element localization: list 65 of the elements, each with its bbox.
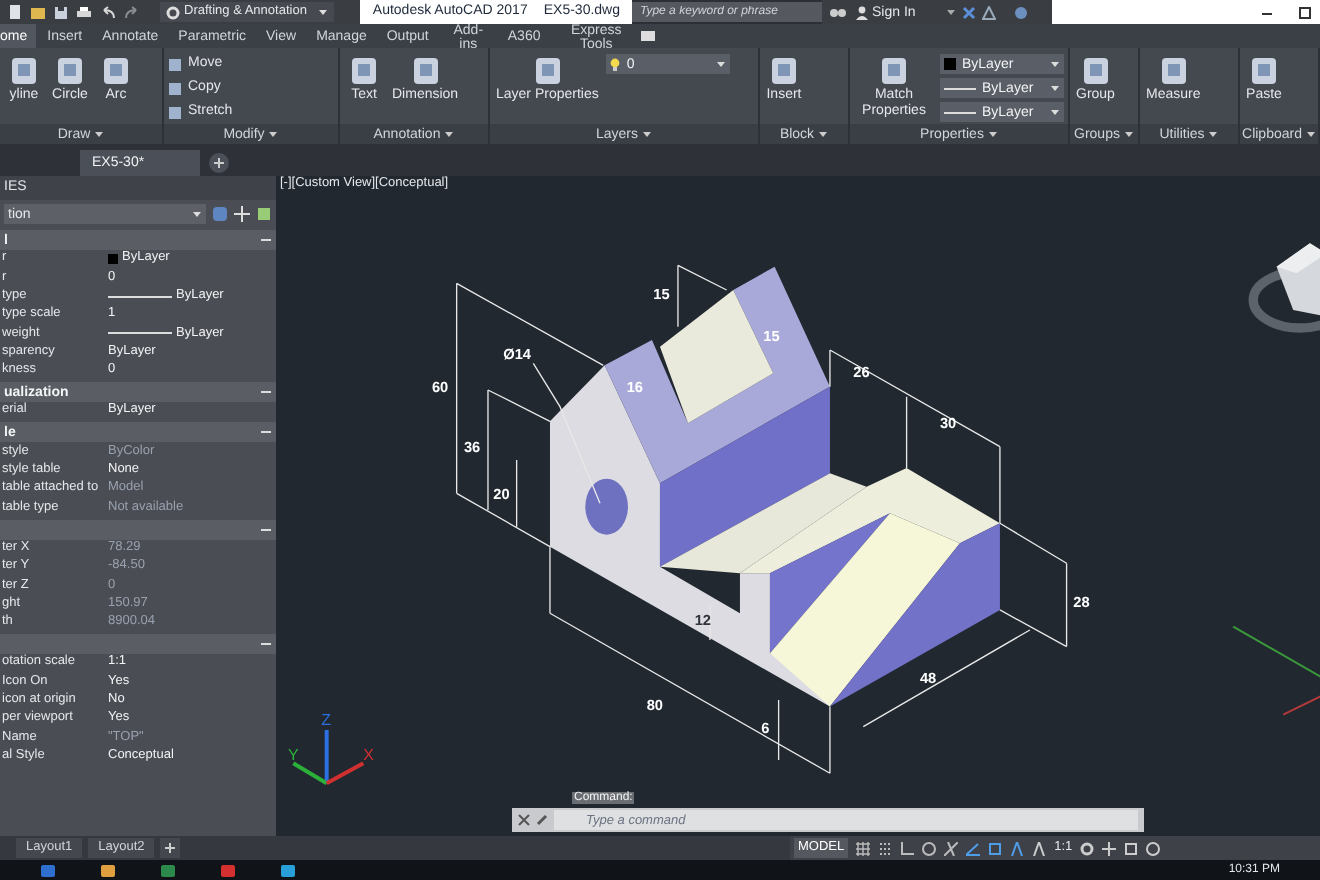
app-icon[interactable]	[40, 863, 56, 877]
triangle-icon[interactable]	[981, 5, 996, 19]
tool-icon	[52, 54, 88, 88]
axis-label: Z	[321, 711, 332, 730]
snap-icon[interactable]	[878, 841, 893, 855]
line-icon	[944, 109, 976, 115]
app-icon[interactable]	[220, 863, 236, 877]
axis-lines-drawing	[1232, 625, 1320, 716]
tool-icon	[346, 54, 382, 88]
line-icon	[108, 293, 172, 300]
caret-icon[interactable]	[444, 130, 455, 138]
save-icon[interactable]	[54, 5, 68, 19]
caret-icon[interactable]	[987, 130, 998, 138]
caret-icon[interactable]	[94, 130, 105, 138]
app-icon[interactable]	[100, 863, 116, 877]
caret-icon[interactable]	[1208, 130, 1219, 138]
lightbulb-icon	[610, 57, 621, 71]
axis-label: X	[363, 745, 374, 764]
app-icon[interactable]	[160, 863, 176, 877]
viewcube-drawing[interactable]	[1248, 243, 1320, 333]
printer-icon[interactable]	[76, 5, 92, 19]
caret-icon[interactable]	[268, 130, 279, 138]
collapse-icon[interactable]	[260, 428, 272, 437]
collapse-icon[interactable]	[260, 525, 272, 534]
folder-icon[interactable]	[30, 5, 46, 19]
caret-icon	[1050, 60, 1060, 68]
document-icon[interactable]	[8, 4, 22, 20]
color-swatch-icon	[108, 254, 118, 265]
caret-icon	[716, 60, 727, 68]
caret-icon[interactable]	[642, 130, 652, 138]
plus-icon[interactable]	[160, 838, 181, 858]
ucs-icon	[292, 729, 365, 786]
caret-icon[interactable]	[1305, 130, 1316, 138]
tool-icon	[876, 54, 912, 88]
caret-icon[interactable]	[1123, 130, 1134, 138]
line-icon	[944, 85, 976, 91]
maximize-icon[interactable]	[1298, 5, 1312, 19]
caret-icon[interactable]	[945, 8, 956, 16]
caret-icon	[1050, 84, 1060, 92]
caret-icon	[318, 8, 329, 16]
tool-icon	[766, 54, 802, 88]
collapse-icon[interactable]	[260, 236, 272, 244]
close-icon[interactable]	[518, 814, 530, 826]
swatch-icon	[944, 58, 956, 70]
line-icon	[108, 330, 172, 337]
angle-icon[interactable]	[966, 841, 981, 855]
cross-icon[interactable]	[961, 5, 976, 19]
caret-icon	[192, 210, 202, 218]
plus-icon[interactable]	[208, 152, 230, 174]
app-icon[interactable]	[280, 863, 296, 877]
tool-icon	[1246, 54, 1282, 88]
collapse-icon[interactable]	[260, 388, 272, 397]
grid-icon[interactable]	[856, 841, 871, 855]
wrench-icon[interactable]	[536, 814, 548, 826]
undo-icon[interactable]	[100, 5, 116, 19]
collapse-icon[interactable]	[260, 640, 272, 649]
caret-icon[interactable]	[818, 130, 829, 138]
crosshair-icon[interactable]	[234, 206, 250, 222]
caret-icon	[1050, 108, 1060, 116]
tool-icon	[98, 54, 134, 88]
user-icon	[856, 5, 868, 19]
redo-icon[interactable]	[124, 5, 140, 19]
plus-icon[interactable]	[1102, 841, 1117, 855]
tool-icon	[6, 54, 42, 88]
axis-label: Y	[288, 745, 299, 764]
